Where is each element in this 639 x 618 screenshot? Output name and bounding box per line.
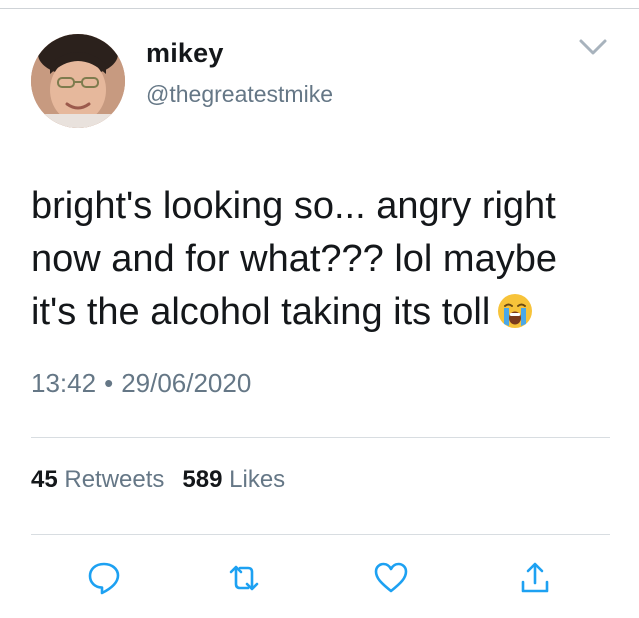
share-icon	[521, 562, 549, 593]
likes-count: 589	[182, 466, 223, 493]
likes-stat[interactable]: 589 Likes	[182, 466, 285, 493]
retweets-label: Retweets	[64, 466, 165, 493]
heart-icon	[374, 562, 408, 593]
engagement-stats: 45 Retweets 589 Likes	[31, 466, 285, 494]
loudly-crying-face-icon	[496, 292, 534, 330]
stats-divider-bottom	[31, 534, 610, 535]
tweet-line-last: it's the alcohol taking its toll	[31, 286, 621, 339]
retweet-icon	[229, 565, 259, 591]
avatar[interactable]	[31, 34, 125, 128]
avatar-photo-icon	[31, 34, 125, 128]
likes-label: Likes	[229, 466, 286, 493]
retweets-stat[interactable]: 45 Retweets	[31, 466, 164, 493]
share-button[interactable]	[517, 560, 553, 596]
tweet-timestamp[interactable]: 13:42 • 29/06/2020	[31, 368, 251, 399]
timestamp-separator: •	[104, 368, 114, 398]
reply-button[interactable]	[86, 560, 122, 596]
tweet-line: bright's looking so... angry right	[31, 185, 556, 227]
tweet-time: 13:42	[31, 368, 97, 398]
retweets-count: 45	[31, 466, 58, 493]
top-divider	[0, 8, 639, 9]
tweet-date: 29/06/2020	[121, 368, 252, 398]
chevron-down-icon[interactable]	[577, 36, 609, 58]
display-name[interactable]: mikey	[146, 38, 224, 69]
user-handle[interactable]: @thegreatestmike	[146, 81, 333, 108]
reply-icon	[88, 562, 120, 595]
tweet-text: bright's looking so... angry right now a…	[31, 180, 621, 339]
tweet-page: mikey @thegreatestmike bright's looking …	[0, 0, 639, 618]
stats-divider-top	[31, 437, 610, 438]
tweet-line: now and for what??? lol maybe	[31, 238, 557, 280]
tweet-line-text: it's the alcohol taking its toll	[31, 291, 491, 333]
like-button[interactable]	[373, 560, 409, 596]
retweet-button[interactable]	[226, 560, 262, 596]
